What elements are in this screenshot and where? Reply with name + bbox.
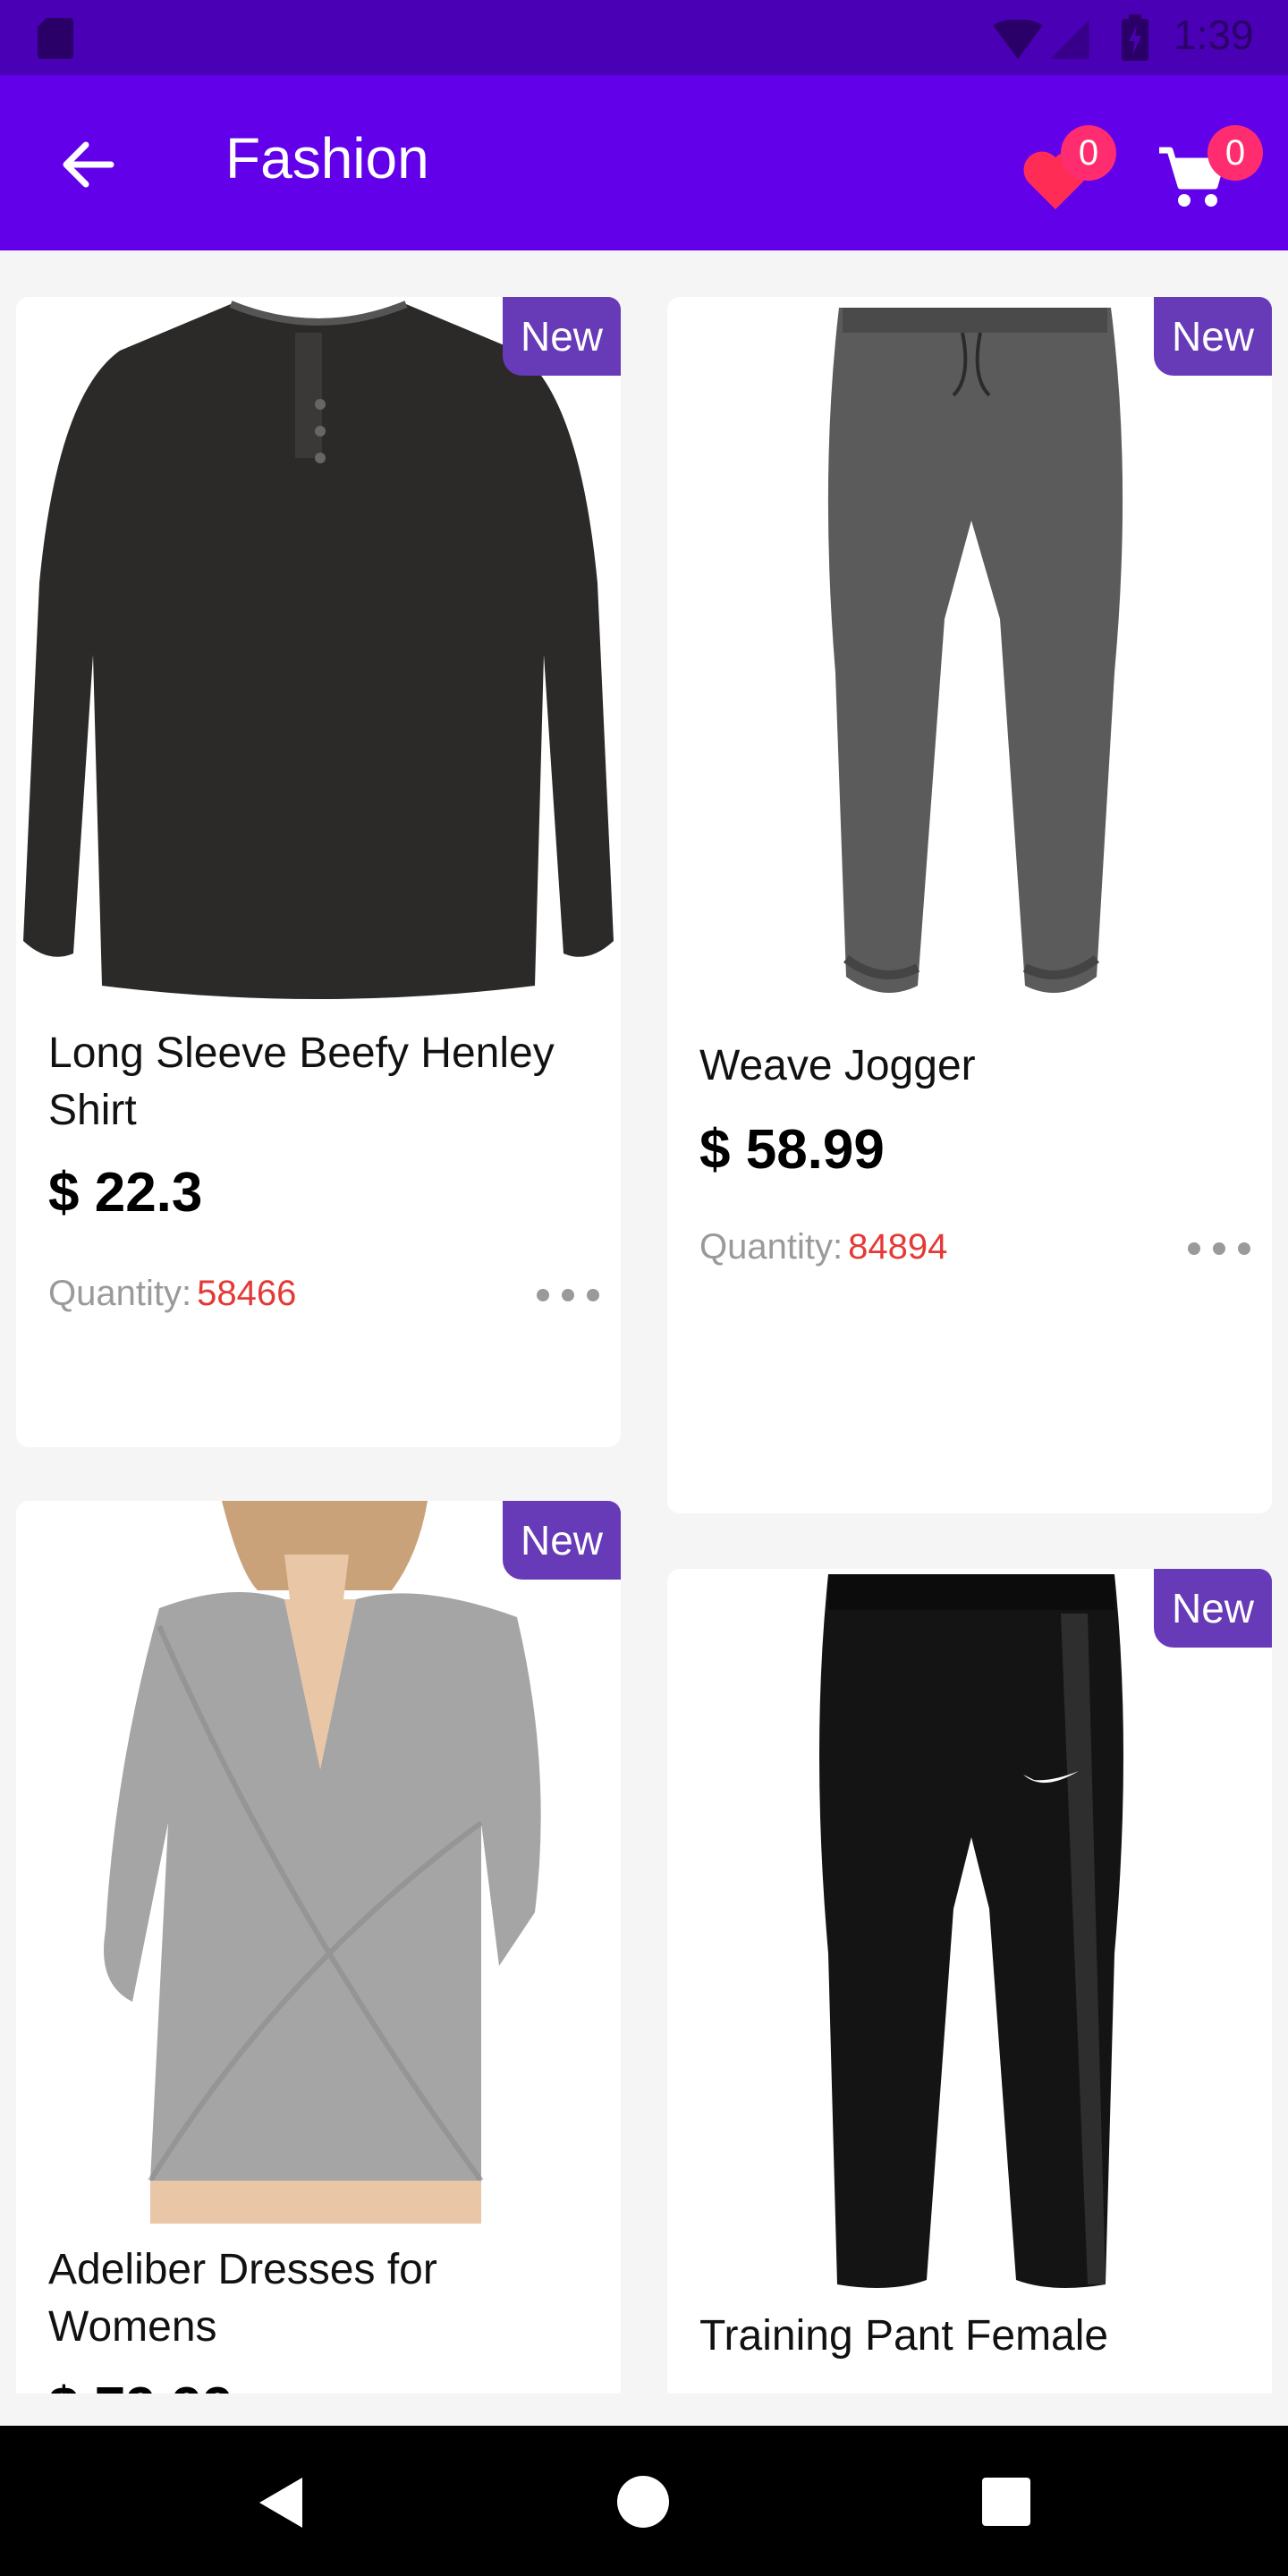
- more-options-button[interactable]: [537, 1277, 599, 1313]
- product-image-henley-shirt: [16, 297, 621, 1004]
- new-badge: New: [1154, 297, 1272, 376]
- product-name: Long Sleeve Beefy Henley Shirt: [48, 1030, 555, 1134]
- nav-home-icon[interactable]: [617, 2476, 669, 2528]
- page-title: Fashion: [225, 126, 429, 191]
- battery-charging-icon: [1122, 14, 1148, 61]
- more-dot: [1238, 1242, 1250, 1255]
- more-dot: [1213, 1242, 1225, 1255]
- product-image-sequin-dress: [16, 1501, 621, 2224]
- more-dot: [562, 1289, 574, 1301]
- product-price: $ 58.99: [699, 1119, 885, 1181]
- more-options-button[interactable]: [1188, 1231, 1250, 1267]
- new-badge: New: [503, 1501, 621, 1580]
- more-dot: [1188, 1242, 1200, 1255]
- app-bar: Fashion 0 0: [0, 75, 1288, 250]
- new-badge: New: [1154, 1569, 1272, 1648]
- cart-count-badge: 0: [1208, 125, 1263, 181]
- product-image-weave-jogger: [667, 297, 1272, 1013]
- product-price: $ 79.99: [48, 2376, 233, 2394]
- product-price: $ 22.3: [48, 1162, 203, 1224]
- product-name: Weave Jogger: [699, 1042, 976, 1089]
- arrow-left-icon: [63, 141, 114, 188]
- wifi-icon: [993, 20, 1043, 59]
- quantity-value: 58466: [197, 1274, 297, 1313]
- more-dot: [587, 1289, 599, 1301]
- signal-icon: [1050, 20, 1089, 59]
- product-card[interactable]: New Training Pant Female: [667, 1569, 1272, 2394]
- status-bar: 1:39: [0, 0, 1288, 75]
- quantity-value: 84894: [848, 1227, 948, 1267]
- product-card[interactable]: New Adeliber Dresses for Womens $ 79.99: [16, 1501, 621, 2394]
- new-badge: New: [503, 297, 621, 376]
- favorites-count-badge: 0: [1061, 125, 1116, 181]
- favorites-button[interactable]: 0: [1021, 125, 1116, 216]
- back-button[interactable]: [45, 129, 129, 200]
- system-navigation-bar: [0, 2426, 1288, 2576]
- nav-recents-icon[interactable]: [982, 2478, 1030, 2526]
- nav-back-icon[interactable]: [258, 2476, 304, 2529]
- product-card[interactable]: New Long Sleeve Beefy Henley Shirt $ 22.…: [16, 297, 621, 1447]
- sd-card-icon: [38, 18, 73, 59]
- product-name: Training Pant Female: [699, 2312, 1109, 2360]
- product-name: Adeliber Dresses for Womens: [48, 2246, 437, 2351]
- quantity-label: Quantity:: [48, 1274, 192, 1313]
- quantity-label: Quantity:: [699, 1227, 843, 1267]
- product-quantity: Quantity: 58466: [48, 1274, 296, 1314]
- more-dot: [537, 1289, 549, 1301]
- product-card[interactable]: New Weave Jogger $ 58.99 Quantity: 84894: [667, 297, 1272, 1513]
- product-image-training-pant: [667, 1569, 1272, 2293]
- cart-button[interactable]: 0: [1159, 125, 1263, 216]
- product-quantity: Quantity: 84894: [699, 1227, 947, 1267]
- status-clock: 1:39: [1174, 12, 1254, 58]
